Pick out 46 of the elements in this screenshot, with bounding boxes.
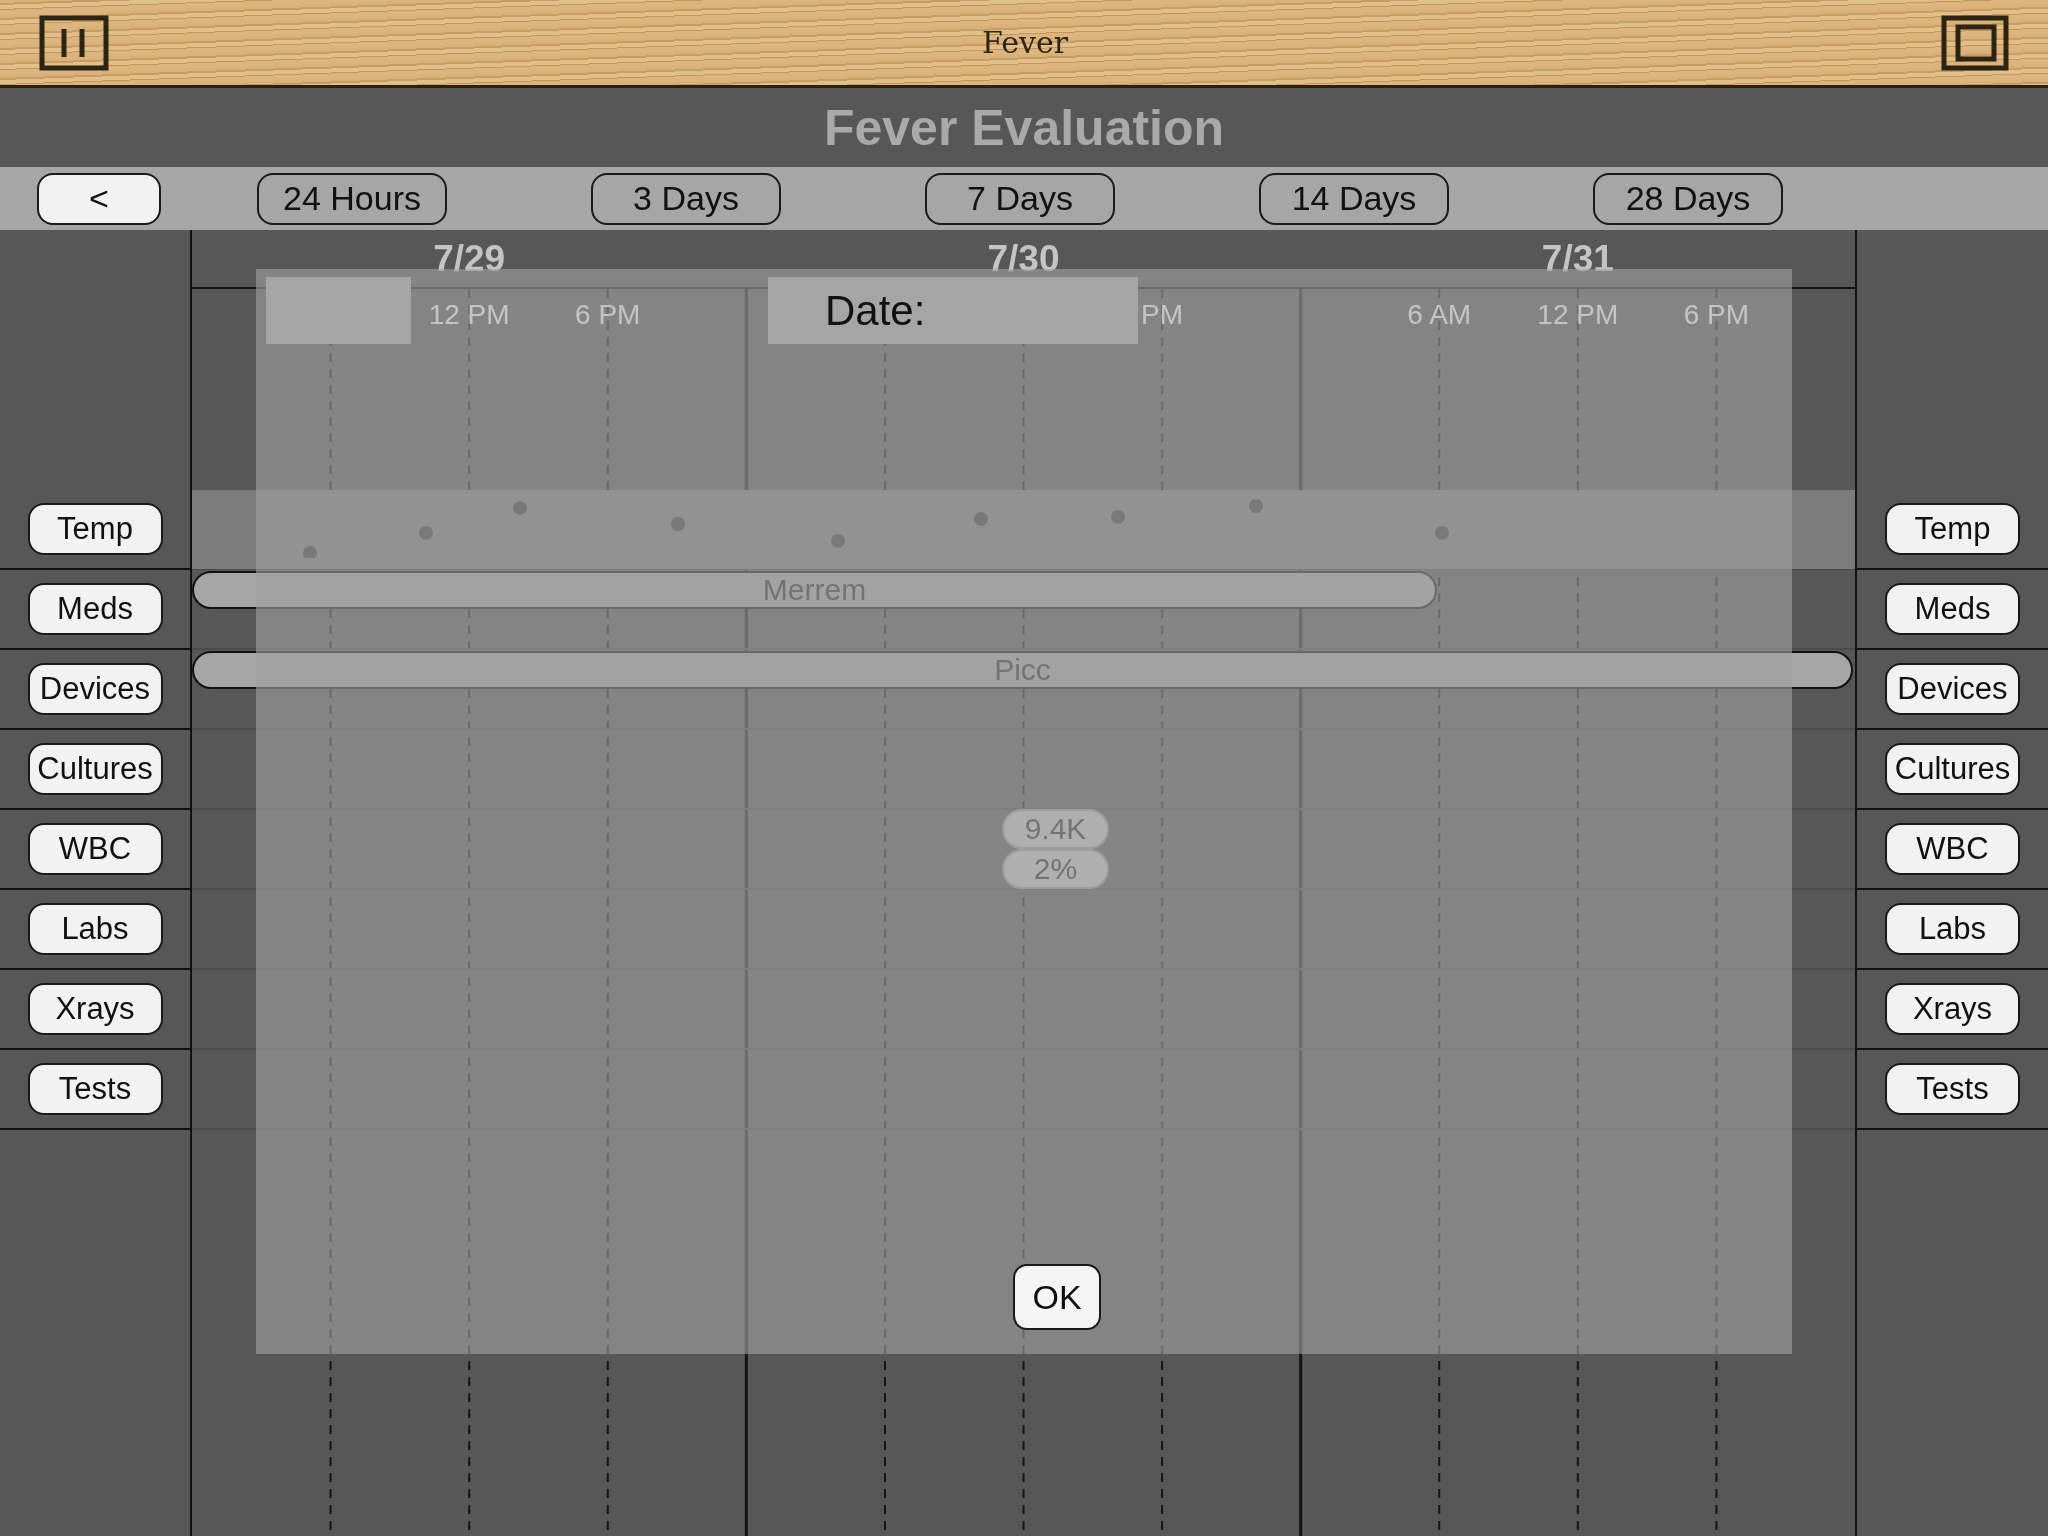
category-button[interactable]: Devices: [1885, 663, 2020, 715]
temperature-point: [419, 526, 433, 540]
time-label: 6 PM: [575, 299, 641, 331]
page-title: Fever Evaluation: [823, 98, 1225, 157]
category-button[interactable]: Cultures: [1885, 743, 2020, 795]
temperature-point: [831, 534, 845, 548]
category-button[interactable]: Temp: [1885, 503, 2020, 555]
category-button[interactable]: Meds: [1885, 583, 2020, 635]
range-button[interactable]: 14 Days: [1259, 172, 1449, 225]
category-button[interactable]: Cultures: [27, 743, 163, 795]
date-label: 7/30: [987, 237, 1060, 280]
temperature-point: [1435, 526, 1449, 540]
date-label: Date:: [825, 286, 926, 335]
category-button[interactable]: Xrays: [1885, 983, 2020, 1035]
lab-value: 2%: [1002, 849, 1109, 889]
category-button[interactable]: Tests: [27, 1063, 163, 1115]
category-button[interactable]: Meds: [27, 583, 163, 635]
date-label: 7/31: [1541, 237, 1614, 280]
date-label: 7/29: [433, 237, 506, 280]
temperature-point: [671, 517, 685, 531]
temperature-point: [1111, 510, 1125, 524]
app-title: Fever: [982, 25, 1068, 60]
time-label: 6 PM: [1683, 299, 1750, 331]
lab-value: 9.4K: [1002, 809, 1109, 849]
time-label: PM: [1141, 299, 1184, 331]
range-button[interactable]: 7 Days: [925, 172, 1115, 225]
time-label: 12 PM: [1537, 299, 1619, 331]
category-button[interactable]: Labs: [1885, 903, 2020, 955]
range-button[interactable]: 28 Days: [1593, 172, 1783, 225]
category-button[interactable]: Labs: [27, 903, 163, 955]
temperature-point: [513, 501, 527, 515]
temperature-point: [974, 512, 988, 526]
category-button[interactable]: Temp: [27, 503, 163, 555]
category-button[interactable]: Xrays: [27, 983, 163, 1035]
range-button[interactable]: 24 Hours: [257, 172, 447, 225]
time-label: 12 PM: [428, 299, 510, 331]
ok-button[interactable]: OK: [1013, 1264, 1101, 1330]
category-button[interactable]: WBC: [1885, 823, 2020, 875]
category-button[interactable]: Tests: [1885, 1063, 2020, 1115]
category-button[interactable]: WBC: [27, 823, 163, 875]
temperature-point: [303, 546, 317, 558]
temperature-point: [1249, 499, 1263, 513]
category-button[interactable]: Devices: [27, 663, 163, 715]
back-button[interactable]: <: [37, 172, 161, 225]
time-label: 6 AM: [1407, 299, 1472, 331]
range-button[interactable]: 3 Days: [591, 172, 781, 225]
